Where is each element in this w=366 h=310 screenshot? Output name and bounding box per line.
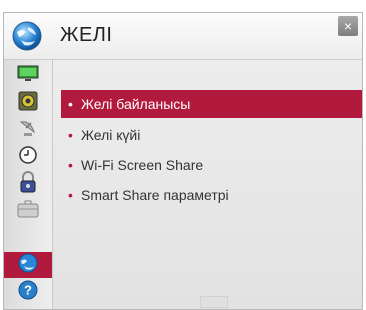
top-bar <box>0 0 366 12</box>
category-sidebar: ? <box>4 60 53 309</box>
sidebar-item-network[interactable] <box>4 252 52 278</box>
menu-item-label: Wi-Fi Screen Share <box>81 157 204 173</box>
sidebar-item-lock[interactable] <box>10 170 46 198</box>
page-title: ЖЕЛІ <box>60 24 113 46</box>
sound-speaker-icon <box>18 91 38 116</box>
menu-item-label: Желі байланысы <box>81 96 191 112</box>
menu-item-network-connection[interactable]: • Желі байланысы <box>61 90 362 118</box>
sidebar-item-channel[interactable] <box>10 117 46 143</box>
time-clock-icon <box>18 145 38 170</box>
panel-header: ЖЕЛІ × <box>4 13 362 60</box>
option-suitcase-icon <box>17 200 39 223</box>
menu-item-label: Желі күйі <box>81 127 141 143</box>
menu-content: • Желі байланысы • Желі күйі • Wi-Fi Scr… <box>53 60 362 309</box>
menu-item-wifi-screen-share[interactable]: • Wi-Fi Screen Share <box>61 151 362 179</box>
support-question-icon: ? <box>17 279 39 306</box>
sidebar-item-sound[interactable] <box>10 90 46 116</box>
lock-icon <box>19 170 37 198</box>
sidebar-item-picture[interactable] <box>10 63 46 89</box>
bullet: • <box>68 96 73 112</box>
close-icon: × <box>343 18 353 34</box>
network-settings-panel: ЖЕЛІ × ? • Желі байланысы • Желі күйі • … <box>3 12 363 310</box>
bullet: • <box>68 157 73 173</box>
channel-satellite-icon <box>18 118 38 143</box>
sidebar-item-option[interactable] <box>10 198 46 224</box>
menu-item-label: Smart Share параметрі <box>81 187 229 203</box>
network-globe-icon <box>17 252 39 279</box>
close-button[interactable]: × <box>338 16 358 36</box>
menu-item-network-status[interactable]: • Желі күйі <box>61 121 362 149</box>
network-globe-icon <box>11 20 43 52</box>
sidebar-item-support[interactable]: ? <box>10 279 46 305</box>
picture-monitor-icon <box>17 65 39 88</box>
scroll-down-indicator[interactable] <box>200 296 228 308</box>
bullet: • <box>68 127 73 143</box>
svg-text:?: ? <box>24 282 32 297</box>
sidebar-item-time[interactable] <box>10 144 46 170</box>
menu-item-smart-share-settings[interactable]: • Smart Share параметрі <box>61 181 362 209</box>
bullet: • <box>68 187 73 203</box>
